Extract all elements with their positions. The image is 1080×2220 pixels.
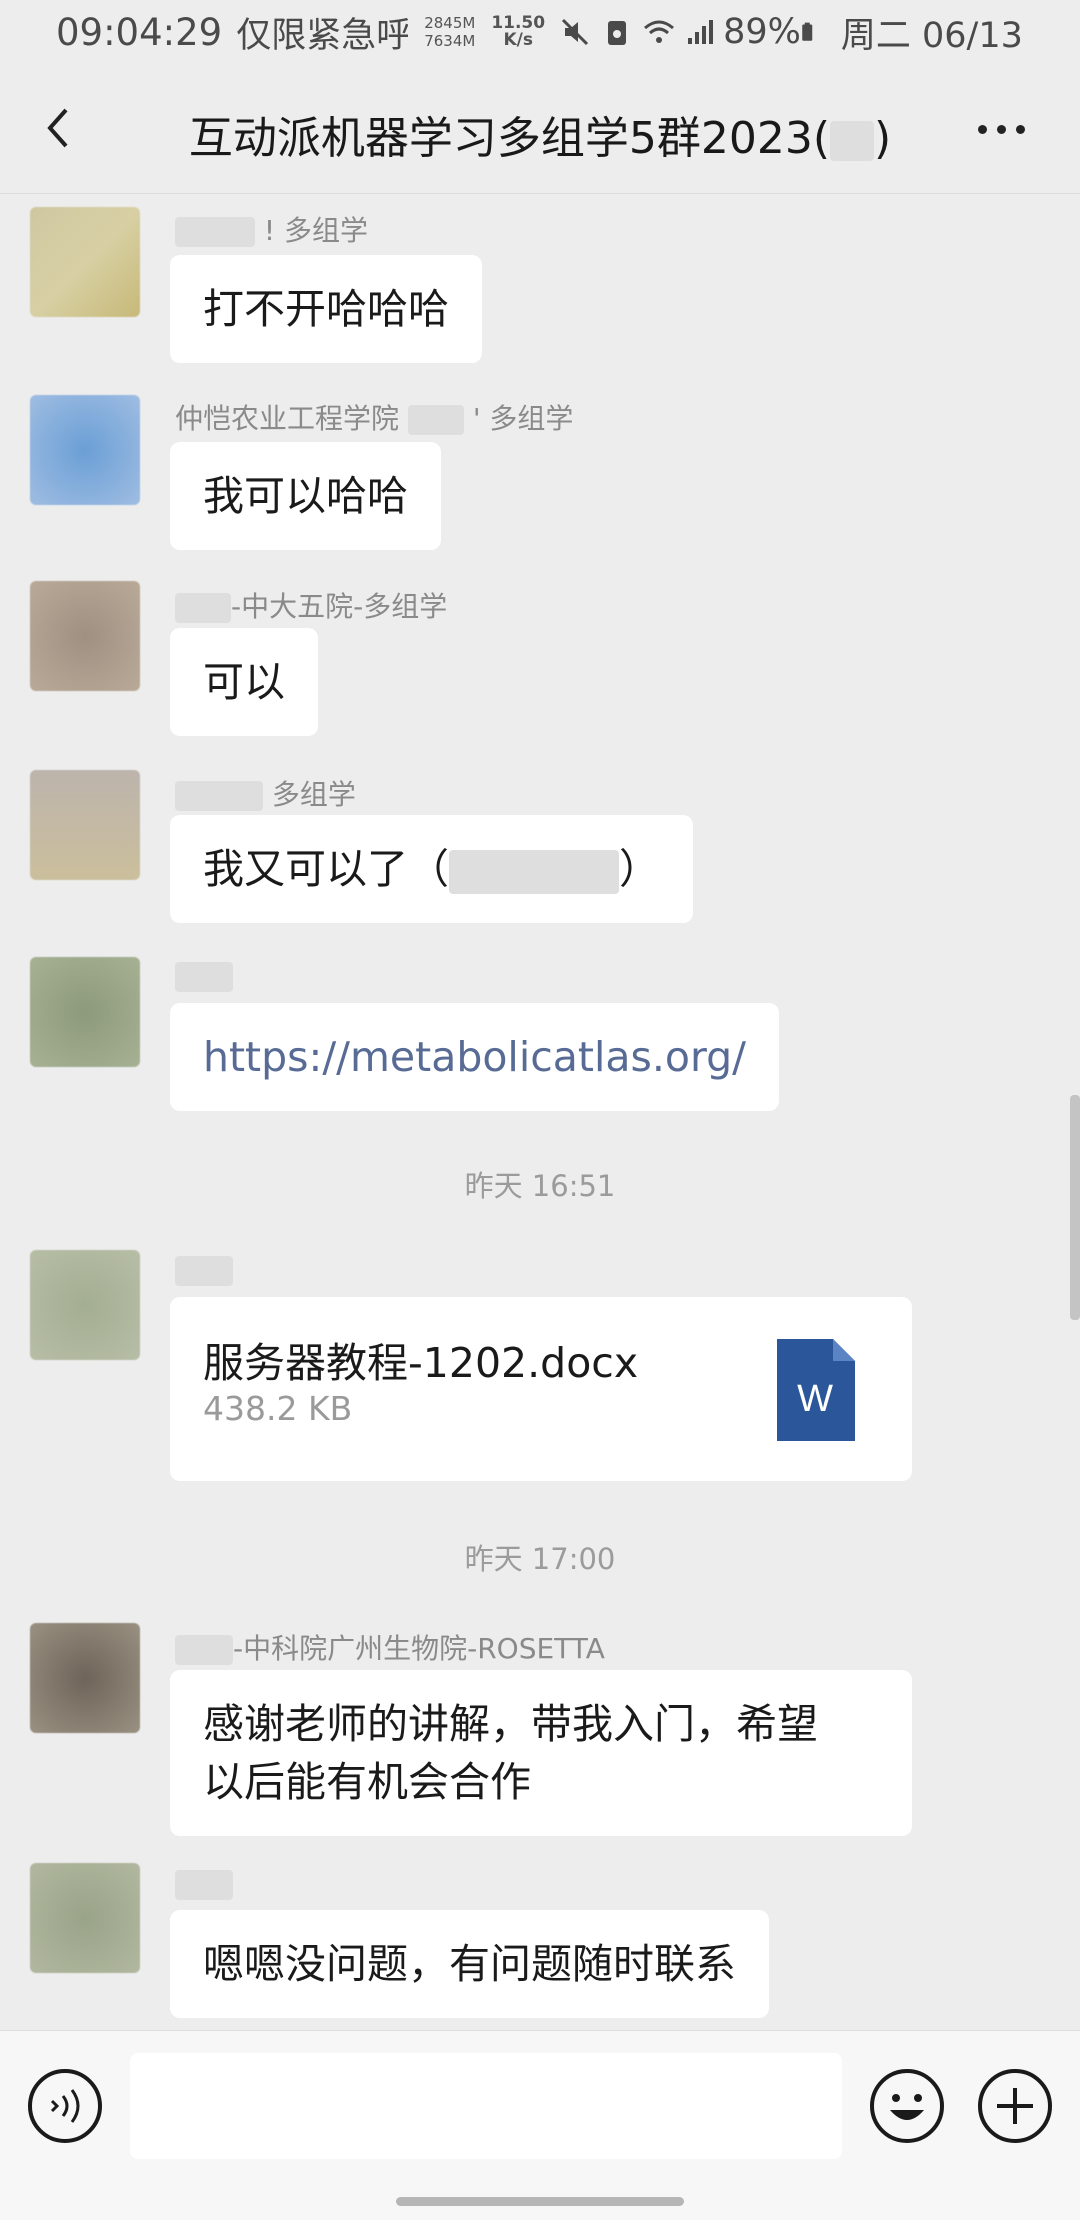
file-name: 服务器教程-1202.docx bbox=[203, 1339, 639, 1387]
status-network-speed: 11.50 K/s bbox=[491, 15, 545, 49]
message-timestamp: 昨天 16:51 bbox=[464, 1169, 616, 1203]
more-icon[interactable] bbox=[966, 114, 1036, 144]
sender-name bbox=[175, 959, 233, 992]
avatar[interactable] bbox=[30, 395, 140, 505]
sender-name bbox=[175, 1253, 233, 1286]
wifi-icon bbox=[644, 20, 675, 43]
message-bubble[interactable]: 可以 bbox=[170, 628, 318, 736]
battery-icon bbox=[802, 22, 813, 41]
more-dot bbox=[1015, 124, 1025, 134]
avatar[interactable] bbox=[30, 957, 140, 1067]
title-end: ) bbox=[873, 113, 892, 164]
voice-icon[interactable] bbox=[27, 2068, 103, 2144]
title-text: 互动派机器学习多组学5群2023( bbox=[188, 113, 830, 164]
sender-name: -中科院广州生物院-ROSETTA bbox=[175, 1627, 605, 1667]
avatar[interactable] bbox=[30, 207, 140, 317]
redacted-block bbox=[175, 593, 231, 623]
message-text-line: 以后能有机会合作 bbox=[203, 1758, 531, 1806]
more-dot bbox=[977, 124, 987, 134]
home-indicator[interactable] bbox=[396, 2197, 684, 2206]
file-message[interactable]: 服务器教程-1202.docx 438.2 KB W bbox=[170, 1297, 912, 1481]
redacted-block bbox=[407, 405, 464, 435]
sender-name: -中大五院-多组学 bbox=[175, 585, 447, 625]
chat-messages[interactable]: ! 多组学 打不开哈哈哈 仲恺农业工程学院 ' 多组学 我可以哈哈 -中大五院-… bbox=[0, 195, 1080, 2030]
status-date: 周二 06/13 bbox=[840, 15, 1023, 56]
sender-name-text: -中大五院-多组学 bbox=[231, 590, 448, 623]
redacted-block bbox=[175, 1870, 233, 1900]
message-bubble[interactable]: 感谢老师的讲解，带我入门，希望 以后能有机会合作 bbox=[170, 1670, 912, 1836]
battery-level: 89% bbox=[723, 12, 801, 52]
redacted-block bbox=[449, 850, 619, 894]
scrollbar[interactable] bbox=[1070, 1095, 1080, 1320]
sender-name-text: 多组学 bbox=[271, 778, 356, 811]
status-icons bbox=[559, 16, 717, 48]
avatar[interactable] bbox=[30, 1623, 140, 1733]
message-bubble[interactable]: 打不开哈哈哈 bbox=[170, 255, 482, 363]
sender-name: ! 多组学 bbox=[175, 209, 368, 249]
message-bubble[interactable]: 嗯嗯没问题，有问题随时联系 bbox=[170, 1910, 769, 2018]
sender-name: 多组学 bbox=[175, 773, 356, 813]
sender-name bbox=[175, 1867, 233, 1900]
signal-icon bbox=[688, 20, 714, 44]
link-message[interactable]: https://metabolicatlas.org/ bbox=[170, 1003, 779, 1111]
message-bubble[interactable]: 我可以哈哈 bbox=[170, 442, 441, 550]
chat-header: 互动派机器学习多组学5群2023() bbox=[0, 64, 1080, 194]
status-memory-bottom: 7634M bbox=[424, 32, 476, 50]
file-size: 438.2 KB bbox=[203, 1389, 353, 1428]
sender-name-text: ' 多组学 bbox=[472, 402, 574, 435]
message-text: ） bbox=[619, 845, 660, 893]
word-doc-letter: W bbox=[797, 1378, 833, 1420]
recycle-icon bbox=[608, 21, 627, 45]
redacted-block bbox=[175, 781, 263, 811]
sender-name-text: 仲恺农业工程学院 bbox=[175, 402, 400, 435]
redacted-block bbox=[175, 962, 233, 992]
avatar[interactable] bbox=[30, 581, 140, 691]
redacted-block bbox=[175, 1635, 233, 1665]
message-text: 我又可以了（ bbox=[203, 845, 449, 893]
status-bar: 09:04:29 仅限紧急呼叫 2845M 7634M 11.50 K/s 89… bbox=[0, 0, 1080, 64]
input-bar bbox=[0, 2030, 1080, 2220]
plus-icon[interactable] bbox=[977, 2068, 1053, 2144]
more-dot bbox=[996, 124, 1006, 134]
sender-name: 仲恺农业工程学院 ' 多组学 bbox=[175, 397, 573, 437]
page-title: 互动派机器学习多组学5群2023() bbox=[0, 102, 1080, 166]
sender-name-text: ! 多组学 bbox=[263, 214, 369, 247]
message-input[interactable] bbox=[130, 2053, 842, 2159]
message-text-line: 感谢老师的讲解，带我入门，希望 bbox=[203, 1700, 818, 1748]
avatar[interactable] bbox=[30, 1250, 140, 1360]
status-time: 09:04:29 bbox=[56, 10, 223, 54]
message-bubble[interactable]: 我又可以了（ ） bbox=[170, 815, 693, 923]
mute-icon bbox=[562, 18, 589, 46]
avatar[interactable] bbox=[30, 770, 140, 880]
status-memory: 2845M 7634M bbox=[424, 14, 475, 50]
emoji-icon[interactable] bbox=[869, 2068, 945, 2144]
redacted-block bbox=[829, 121, 874, 161]
avatar[interactable] bbox=[30, 1863, 140, 1973]
word-doc-icon: W bbox=[777, 1339, 855, 1441]
sender-name-text: -中科院广州生物院-ROSETTA bbox=[233, 1632, 605, 1665]
redacted-block bbox=[175, 217, 255, 247]
message-timestamp: 昨天 17:00 bbox=[464, 1542, 616, 1576]
status-notice: 仅限紧急呼叫 bbox=[236, 15, 409, 56]
status-memory-top: 2845M bbox=[424, 14, 476, 32]
status-speed-unit: K/s bbox=[503, 30, 533, 50]
redacted-block bbox=[175, 1256, 233, 1286]
